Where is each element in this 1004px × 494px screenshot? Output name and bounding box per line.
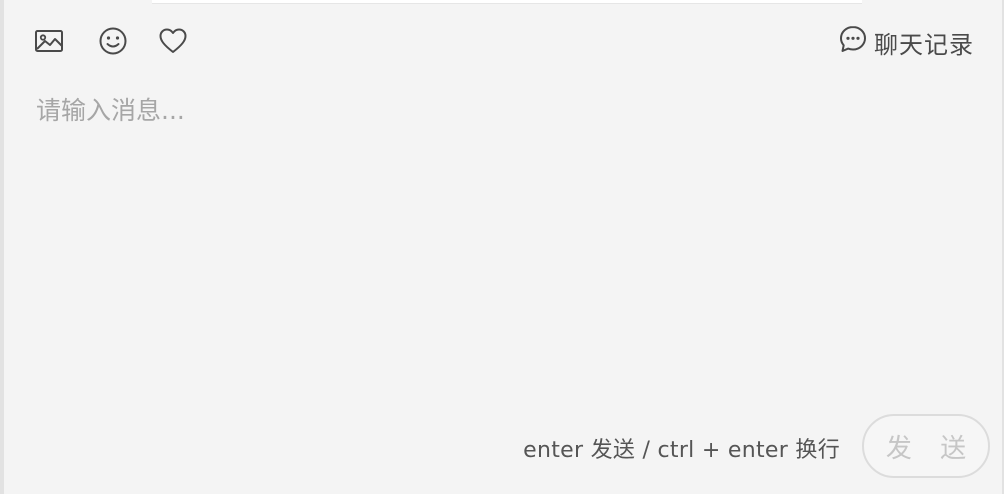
chat-history-label: 聊天记录 [874,30,974,59]
send-button[interactable]: 发 送 [862,414,990,478]
chat-bubble-icon [838,24,868,60]
chat-history-button[interactable]: 聊天记录 [838,24,974,60]
chat-composer-panel: 聊天记录 enter 发送 / ctrl + enter 换行 发 送 [0,0,1004,494]
insert-image-button[interactable] [32,24,66,58]
composer-toolbar: 聊天记录 [4,4,1004,74]
emoji-button[interactable] [96,24,130,58]
emoji-icon [98,26,128,56]
send-shortcut-hint: enter 发送 / ctrl + enter 换行 [523,438,840,463]
image-icon [34,29,64,53]
message-input[interactable] [36,92,966,392]
favorite-button[interactable] [156,24,190,58]
heart-icon [158,27,188,55]
